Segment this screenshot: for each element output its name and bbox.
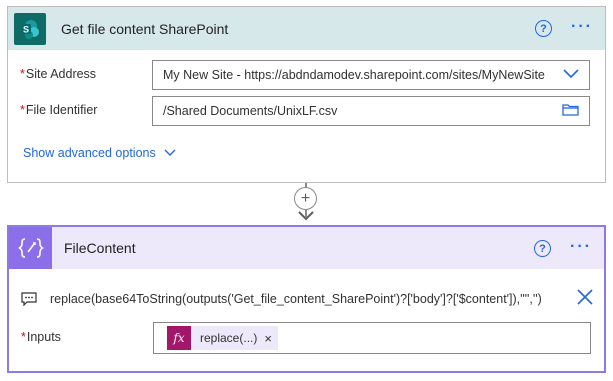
more-options-icon[interactable]: ··· [571, 18, 593, 36]
show-advanced-options-link[interactable]: Show advanced options [23, 146, 176, 160]
show-advanced-options-label: Show advanced options [23, 146, 156, 160]
file-identifier-label-text: File Identifier [25, 103, 98, 117]
file-identifier-value: /Shared Documents/UnixLF.csv [163, 104, 338, 118]
site-address-label-text: Site Address [25, 67, 97, 81]
required-marker: * [20, 103, 25, 117]
sharepoint-icon: S [14, 12, 46, 45]
required-marker: * [20, 67, 25, 81]
compose-card-header[interactable]: FileContent ? ··· [9, 227, 604, 269]
comment-icon[interactable] [21, 292, 37, 306]
folder-icon[interactable] [562, 103, 579, 119]
svg-text:S: S [23, 24, 29, 34]
sharepoint-action-card: S Get file content SharePoint ? ··· *Sit… [7, 6, 606, 183]
compose-action-card: FileContent ? ··· replace(base64ToString… [7, 225, 606, 373]
sharepoint-card-header[interactable]: S Get file content SharePoint ? ··· [8, 7, 605, 50]
add-step-button[interactable]: + [294, 187, 317, 210]
inputs-label: *Inputs [21, 330, 61, 344]
chevron-down-icon[interactable] [563, 68, 579, 82]
site-address-label: *Site Address [20, 67, 96, 81]
file-identifier-row: *File Identifier /Shared Documents/UnixL… [8, 95, 605, 127]
card-title: Get file content SharePoint [61, 20, 229, 37]
arrow-down-icon [298, 211, 314, 221]
expression-token[interactable]: fx replace(...) × [167, 326, 278, 350]
help-icon[interactable]: ? [535, 20, 552, 37]
chevron-down-icon [164, 149, 176, 156]
token-label: replace(...) [200, 331, 258, 345]
help-icon[interactable]: ? [534, 240, 551, 257]
inputs-field[interactable]: fx replace(...) × [153, 322, 591, 354]
fx-icon: fx [167, 326, 191, 350]
card-title: FileContent [64, 240, 136, 256]
required-marker: * [21, 330, 26, 344]
remove-token-button[interactable]: × [264, 331, 272, 346]
file-identifier-label: *File Identifier [20, 103, 97, 117]
site-address-row: *Site Address My New Site - https://abdn… [8, 59, 605, 91]
compose-braces-icon [9, 227, 52, 269]
site-address-value: My New Site - https://abdndamodev.sharep… [163, 68, 545, 82]
inputs-label-text: Inputs [26, 330, 61, 344]
more-options-icon[interactable]: ··· [570, 238, 592, 256]
expression-text: replace(base64ToString(outputs('Get_file… [50, 292, 542, 306]
site-address-dropdown[interactable]: My New Site - https://abdndamodev.sharep… [152, 60, 590, 90]
expression-comment-row: replace(base64ToString(outputs('Get_file… [19, 284, 594, 314]
file-identifier-input[interactable]: /Shared Documents/UnixLF.csv [152, 96, 590, 126]
close-icon[interactable] [576, 288, 594, 306]
